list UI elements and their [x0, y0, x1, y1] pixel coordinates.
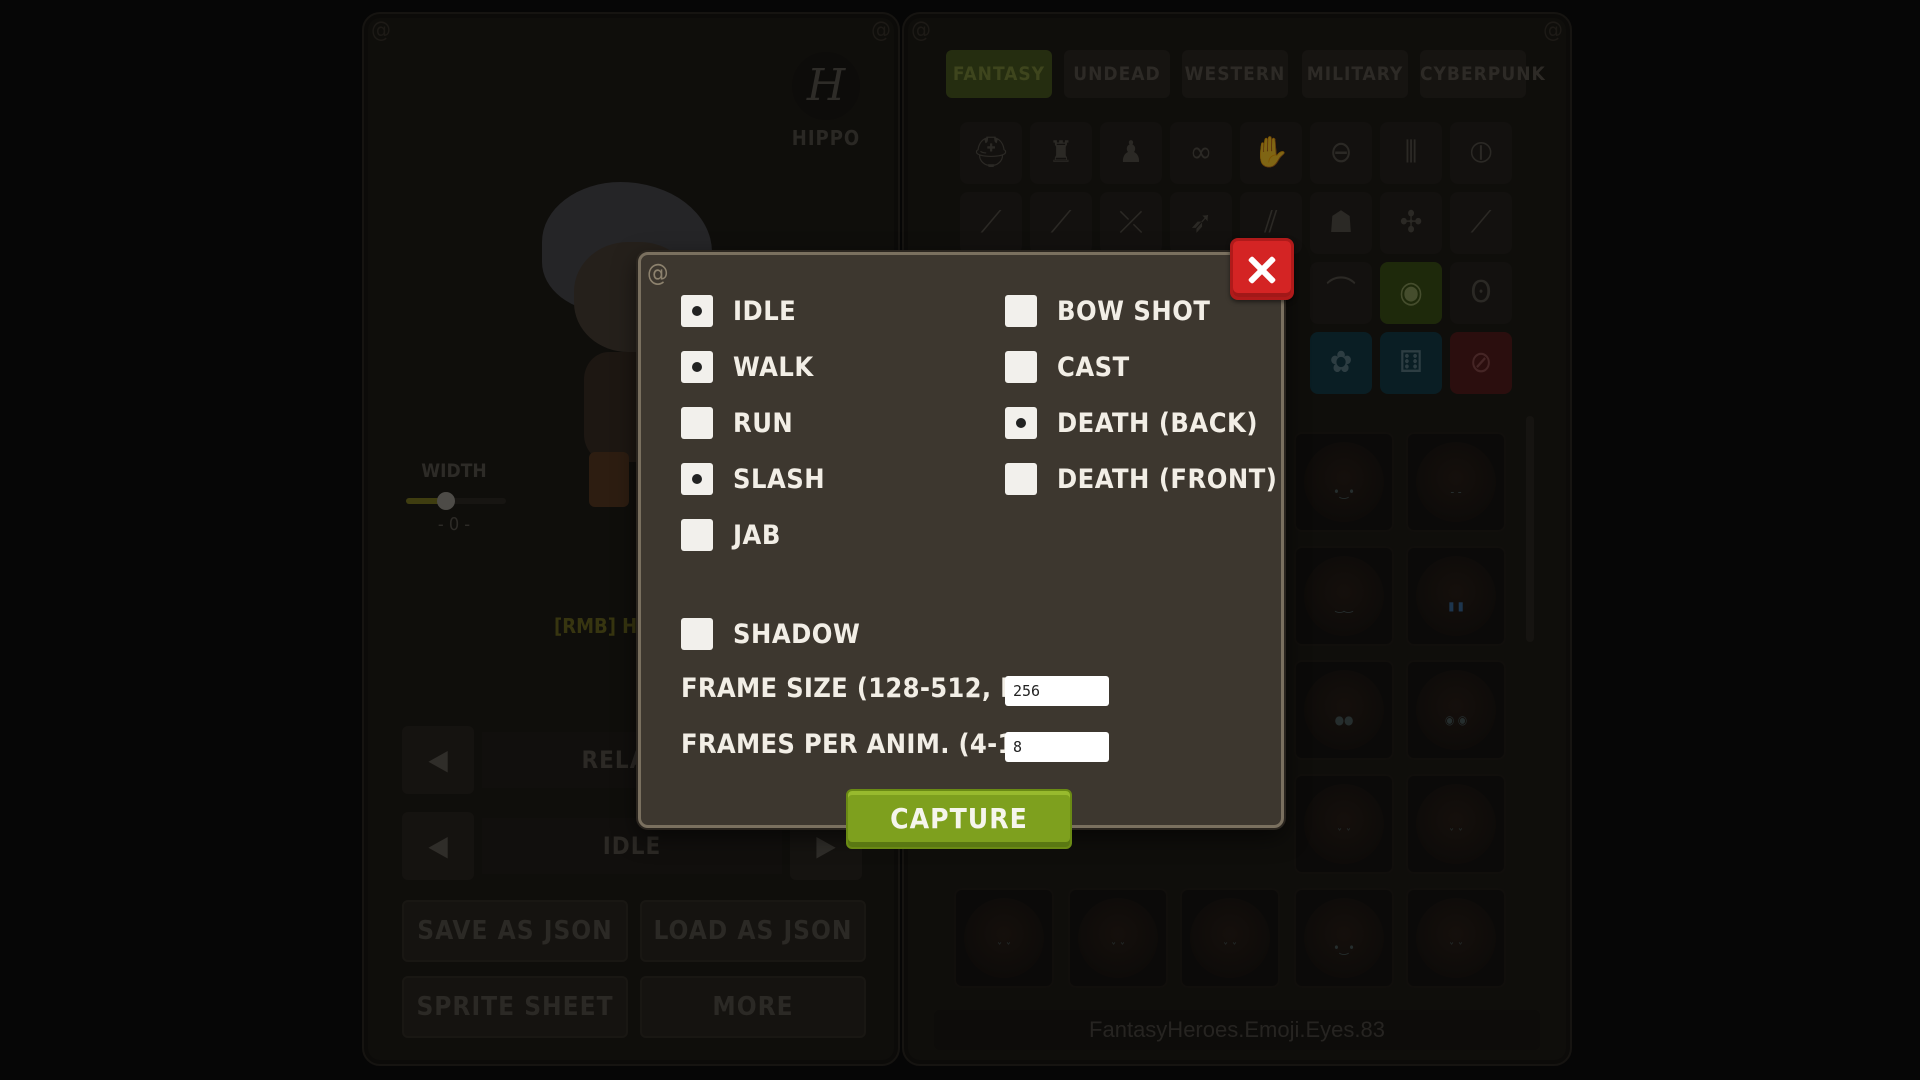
option-label: DEATH (FRONT): [1057, 464, 1278, 495]
checkbox-run[interactable]: [681, 407, 713, 439]
checked-indicator: [1016, 418, 1026, 428]
option-label: CAST: [1057, 352, 1130, 383]
frames-per-anim-label: FRAMES PER ANIM. (4-16): [681, 729, 1044, 760]
option-label: BOW SHOT: [1057, 296, 1211, 327]
checkbox-shadow[interactable]: [681, 618, 713, 650]
option-label: SLASH: [733, 464, 826, 495]
option-label: DEATH (BACK): [1057, 408, 1258, 439]
capture-button[interactable]: CAPTURE: [846, 789, 1072, 849]
checkbox-idle[interactable]: [681, 295, 713, 327]
checkbox-death-back[interactable]: [1005, 407, 1037, 439]
option-label: SHADOW: [733, 619, 861, 650]
close-button[interactable]: [1230, 238, 1294, 300]
frame-size-field[interactable]: [1005, 676, 1109, 706]
capture-dialog: @ IDLE WALK RUN SLASH JAB BOW SHOT CAST …: [638, 252, 1284, 828]
checkbox-jab[interactable]: [681, 519, 713, 551]
frames-per-anim-field[interactable]: [1005, 732, 1109, 762]
checkbox-cast[interactable]: [1005, 351, 1037, 383]
checked-indicator: [692, 474, 702, 484]
option-label: WALK: [733, 352, 814, 383]
checkbox-slash[interactable]: [681, 463, 713, 495]
option-label: JAB: [733, 520, 781, 551]
checked-indicator: [692, 362, 702, 372]
checkbox-death-front[interactable]: [1005, 463, 1037, 495]
corner-ornament-icon: @: [647, 259, 669, 287]
option-label: IDLE: [733, 296, 797, 327]
option-label: RUN: [733, 408, 794, 439]
checkbox-bow-shot[interactable]: [1005, 295, 1037, 327]
checked-indicator: [692, 306, 702, 316]
frame-size-label: FRAME SIZE (128-512, PX): [681, 673, 1049, 704]
checkbox-walk[interactable]: [681, 351, 713, 383]
